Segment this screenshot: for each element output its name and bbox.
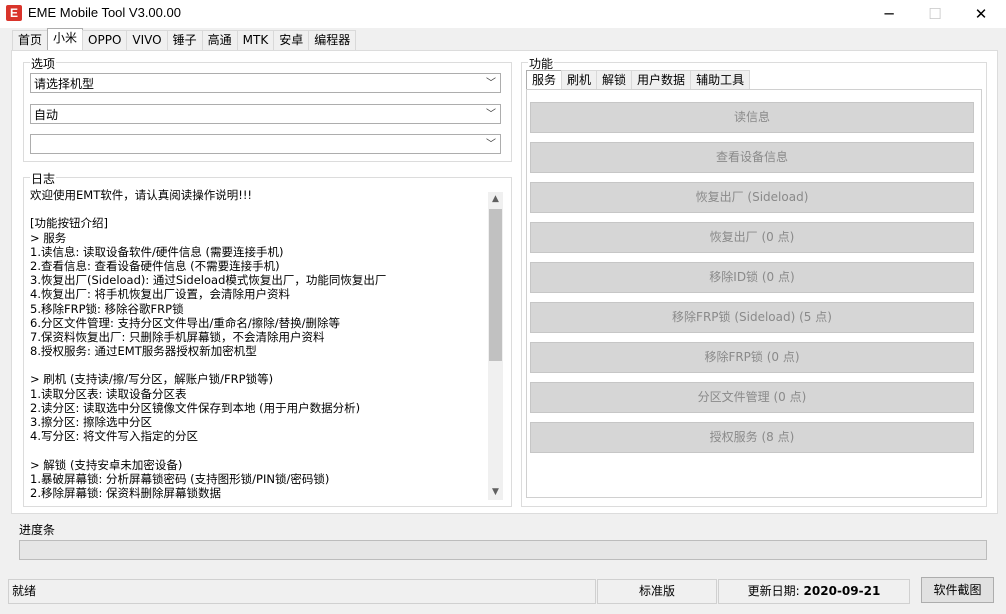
tab-qualcomm[interactable]: 高通 <box>201 30 238 50</box>
tab-home[interactable]: 首页 <box>12 30 49 50</box>
log-line: 欢迎使用EMT软件，请认真阅读操作说明!!! <box>30 188 253 202</box>
log-line: > 刷机 (支持读/擦/写分区，解账户锁/FRP锁等) <box>30 372 274 387</box>
log-line: 8.授权服务: 通过EMT服务器授权新加密机型 <box>30 344 257 359</box>
log-line: > 服务 <box>30 230 67 245</box>
log-line: 6.分区文件管理: 支持分区文件导出/重命名/擦除/替换/删除等 <box>30 315 340 330</box>
model-select[interactable]: 请选择机型 ﹀ <box>30 73 501 93</box>
log-label: 日志 <box>30 170 57 187</box>
factory-reset-sideload-button[interactable]: 恢复出厂 (Sideload) <box>530 182 974 213</box>
scroll-thumb[interactable] <box>489 209 502 361</box>
tab-xiaomi[interactable]: 小米 <box>47 28 84 51</box>
tab-oppo[interactable]: OPPO <box>82 30 128 50</box>
remove-id-lock-button[interactable]: 移除ID锁 (0 点) <box>530 262 974 293</box>
tab-vivo[interactable]: VIVO <box>126 30 168 50</box>
log-line: 2.读分区: 读取选中分区镜像文件保存到本地 (用于用户数据分析) <box>30 400 361 415</box>
chevron-down-icon: ﹀ <box>486 139 496 150</box>
maximize-button: ☐ <box>928 5 942 23</box>
minimize-button[interactable]: ─ <box>866 0 912 28</box>
title-bar: E EME Mobile Tool V3.00.00 ─ ☐ ✕ <box>0 0 1006 28</box>
app-logo-icon: E <box>6 5 22 21</box>
close-button[interactable]: ✕ <box>958 0 1004 28</box>
log-line: 3.擦分区: 擦除选中分区 <box>30 415 153 429</box>
edition-text: 标准版 <box>597 579 717 604</box>
chevron-down-icon: ﹀ <box>486 109 496 120</box>
remove-frp-button[interactable]: 移除FRP锁 (0 点) <box>530 342 974 373</box>
tab-smartisan[interactable]: 锤子 <box>166 30 203 50</box>
factory-reset-button[interactable]: 恢复出厂 (0 点) <box>530 222 974 253</box>
update-date-value: 2020-09-21 <box>803 584 881 598</box>
scroll-down-icon[interactable]: ▼ <box>488 485 503 500</box>
log-line: 7.保资料恢复出厂: 只删除手机屏幕锁，不会清除用户资料 <box>30 329 325 344</box>
tab-mtk[interactable]: MTK <box>236 30 275 50</box>
subtab-service[interactable]: 服务 <box>526 70 563 90</box>
update-date-label: 更新日期: <box>747 584 800 598</box>
tab-android[interactable]: 安卓 <box>273 30 310 50</box>
progress-bar <box>19 540 987 560</box>
model-select-value: 请选择机型 <box>34 77 95 91</box>
view-device-info-button[interactable]: 查看设备信息 <box>530 142 974 173</box>
log-line: 2.查看信息: 查看设备硬件信息 (不需要连接手机) <box>30 258 280 273</box>
scroll-up-icon[interactable]: ▲ <box>488 192 503 207</box>
subtab-flash[interactable]: 刷机 <box>561 70 598 90</box>
tab-programmer[interactable]: 编程器 <box>308 30 357 50</box>
partition-manager-button[interactable]: 分区文件管理 (0 点) <box>530 382 974 413</box>
subtab-user-data[interactable]: 用户数据 <box>631 70 692 90</box>
log-textarea[interactable]: 欢迎使用EMT软件，请认真阅读操作说明!!! [功能按钮介绍] > 服务 1.读信息:… <box>30 188 486 500</box>
log-line: 1.暴破屏幕锁: 分析屏幕锁密码 (支持图形锁/PIN锁/密码锁) <box>30 471 330 486</box>
update-date: 更新日期: 2020-09-21 <box>718 579 910 604</box>
log-line: 1.读取分区表: 读取设备分区表 <box>30 386 187 401</box>
chevron-down-icon: ﹀ <box>486 78 496 89</box>
main-tabs: 首页 小米 OPPO VIVO 锤子 高通 MTK 安卓 编程器 <box>12 28 357 51</box>
read-info-button[interactable]: 读信息 <box>530 102 974 133</box>
log-line: [功能按钮介绍] <box>30 216 108 231</box>
log-line: 4.恢复出厂: 将手机恢复出厂设置，会清除用户资料 <box>30 287 290 302</box>
third-select[interactable]: ﹀ <box>30 134 501 154</box>
mode-select-value: 自动 <box>34 108 59 122</box>
authorize-service-button[interactable]: 授权服务 (8 点) <box>530 422 974 453</box>
subtab-unlock[interactable]: 解锁 <box>596 70 633 90</box>
log-line: 5.移除FRP锁: 移除谷歌FRP锁 <box>30 301 184 316</box>
log-line: 1.读信息: 读取设备软件/硬件信息 (需要连接手机) <box>30 244 284 259</box>
log-line: 4.写分区: 将文件写入指定的分区 <box>30 429 199 444</box>
mode-select[interactable]: 自动 ﹀ <box>30 104 501 124</box>
log-line: 3.恢复出厂(Sideload): 通过Sideload模式恢复出厂，功能同恢复… <box>30 273 387 288</box>
log-line: > 解锁 (支持安卓未加密设备) <box>30 457 183 472</box>
log-scrollbar[interactable]: ▲ ▼ <box>488 192 503 500</box>
status-bar: 就绪 标准版 更新日期: 2020-09-21 <box>0 575 1006 614</box>
options-label: 选项 <box>30 55 57 72</box>
window-title: EME Mobile Tool V3.00.00 <box>28 5 181 20</box>
log-line: 2.移除屏幕锁: 保资料删除屏幕锁数据 <box>30 485 222 500</box>
subtab-tools[interactable]: 辅助工具 <box>690 70 751 90</box>
screenshot-button[interactable]: 软件截图 <box>921 577 994 603</box>
function-subtabs: 服务 刷机 解锁 用户数据 辅助工具 <box>526 70 751 90</box>
remove-frp-sideload-button[interactable]: 移除FRP锁 (Sideload) (5 点) <box>530 302 974 333</box>
status-text: 就绪 <box>8 579 596 604</box>
progress-label: 进度条 <box>19 523 56 537</box>
